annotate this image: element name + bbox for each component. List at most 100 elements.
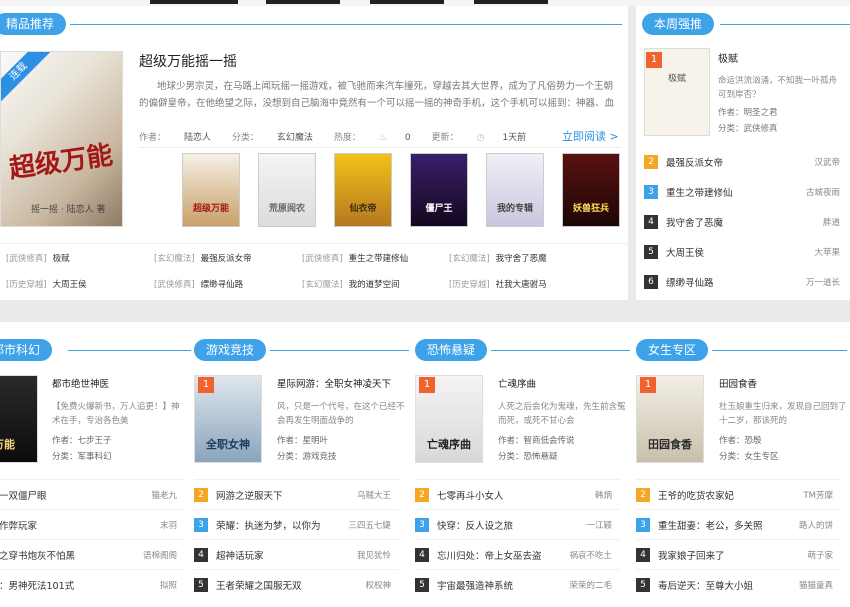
rank-title[interactable]: 王爷的吃货农家妃	[658, 488, 734, 502]
rank-title[interactable]: 我家娘子回来了	[658, 548, 725, 562]
rank-row[interactable]: 4 超神话玩家 我见犹怜	[194, 539, 399, 569]
cover-title: 田园食香	[648, 438, 692, 451]
rank-title[interactable]: 王者荣耀之国服无双	[216, 578, 302, 592]
rank-title[interactable]: 缥缈寻仙路	[666, 275, 714, 289]
rank-row[interactable]: 2 王爷的吃货农家妃 TM芳摩	[636, 479, 841, 509]
thumbnail-cover[interactable]: 妖兽狂兵	[562, 153, 620, 227]
rank-row[interactable]: 5 毒后逆天：至尊大小姐 猫猫童真	[636, 569, 841, 599]
update-value: 1天前	[502, 133, 527, 143]
thumbnail-title: 仙衣帝	[349, 204, 377, 214]
rank-row[interactable]: 3 快穿：反人设之旅 一江颖	[415, 509, 620, 539]
rank-row[interactable]: 3 荣耀：执迷为梦，以你为 三四五七婕	[194, 509, 399, 539]
column-section-title[interactable]: 游戏竞技	[194, 339, 267, 361]
book-title[interactable]: 亡魂序曲	[498, 376, 536, 390]
rank-title[interactable]: 超神话玩家	[216, 548, 264, 562]
thumbnail-cover[interactable]: 荒原阅农	[258, 153, 316, 227]
read-now-link[interactable]: 立即阅读 >	[562, 128, 619, 144]
featured-book-title[interactable]: 超级万能摇一摇	[139, 51, 237, 71]
category-link[interactable]: [武侠修真] 缥缈寻仙路	[154, 278, 243, 290]
category-link[interactable]: [玄幻魔法] 最强反派女帝	[154, 252, 252, 264]
featured-section-title[interactable]: 精品推荐	[0, 13, 67, 35]
rank-title[interactable]: 毒后逆天：至尊大小姐	[658, 578, 753, 592]
column-top-book[interactable]: 全职女神 1 星际网游：全职女神凌天下 风，只是一个代号，在这个已经不会再发生明…	[194, 367, 405, 467]
rank-title[interactable]: 重生之带建修仙	[666, 185, 733, 199]
thumbnail-cover[interactable]: 超级万能	[182, 153, 240, 227]
column-section-title[interactable]: 恐怖悬疑	[415, 339, 488, 361]
rank-title[interactable]: 荣耀：执迷为梦，以你为	[216, 518, 321, 532]
rank-row[interactable]: 我有一双僵尸眼 猫老九	[0, 479, 185, 509]
rank-title[interactable]: 最强反派女帝	[666, 155, 723, 169]
rank-row[interactable]: 2 七零再斗小女人 韩炳	[415, 479, 620, 509]
weekly-top-book[interactable]: 极赋 1 极赋 命运洪流汹涌，不知我一叶孤舟可到岸否？ 作者：明圣之君 分类：武…	[644, 46, 844, 141]
rank-row[interactable]: 3 重生之带建修仙 古城夜雨	[644, 181, 842, 205]
thumbnail-title: 僵尸王	[425, 204, 453, 214]
rank-row[interactable]: 快穿：男神死法101式 拟照	[0, 569, 185, 599]
book-link[interactable]: 大周王侯	[53, 280, 87, 290]
meta-divider	[139, 147, 621, 148]
rank-title[interactable]: 快穿之穿书炮灰不怕黑	[0, 548, 75, 562]
heat-value: 0	[404, 133, 411, 143]
rank-row[interactable]: 5 大周王侯 大苹果	[644, 241, 842, 265]
weekly-section-title[interactable]: 本周强推	[642, 13, 715, 35]
category-link[interactable]: [历史穿越] 大周王侯	[6, 278, 87, 290]
book-title[interactable]: 星际网游：全职女神凌天下	[277, 376, 391, 390]
rank-row[interactable]: 3 重生甜妻：老公，多关照 路人的饼	[636, 509, 841, 539]
book-title[interactable]: 田园食香	[719, 376, 757, 390]
rank-title[interactable]: 快穿：男神死法101式	[0, 578, 74, 592]
rank-row[interactable]: 我是作弊玩家 末羽	[0, 509, 185, 539]
category-link[interactable]: [玄幻魔法] 我的道梦空间	[302, 278, 400, 290]
book-cover[interactable]: 万能	[0, 375, 38, 463]
book-link[interactable]: 社我大唐驸马	[496, 280, 547, 290]
rank-row[interactable]: 2 最强反派女帝 汉武帝	[644, 151, 842, 175]
column-section-title[interactable]: 都市科幻	[0, 339, 53, 361]
category-link[interactable]: [武侠修真] 重生之带建修仙	[302, 252, 408, 264]
thumbnail-cover[interactable]: 我的专辑	[486, 153, 544, 227]
rank-title[interactable]: 大周王侯	[666, 245, 704, 259]
rank-row[interactable]: 5 王者荣耀之国服无双 权权神	[194, 569, 399, 599]
rank-row[interactable]: 快穿之穿书炮灰不怕黑 语棉阁阁	[0, 539, 185, 569]
rank-title[interactable]: 网游之逆服天下	[216, 488, 283, 502]
rank-row[interactable]: 5 宇宙最强造神系统 荣荣的二毛	[415, 569, 620, 599]
featured-cover[interactable]: 连载 超级万能 摇一摇 · 陆恋人 著	[0, 51, 123, 227]
column-top-book[interactable]: 亡魂序曲 1 亡魂序曲 人死之后会化为鬼魂，先生前含冤而死，或死不甘心会 作者：…	[415, 367, 626, 467]
rank-title[interactable]: 忘川归处：帝上女巫去盗	[437, 548, 542, 562]
category-link[interactable]: [武侠修真] 极赋	[6, 252, 70, 264]
rank-badge: 3	[644, 185, 658, 199]
heat-label: 热度：	[333, 133, 361, 143]
rank-title[interactable]: 宇宙最强造神系统	[437, 578, 513, 592]
rank-title[interactable]: 七零再斗小女人	[437, 488, 504, 502]
book-link[interactable]: 极赋	[53, 254, 70, 264]
category-value[interactable]: 玄幻魔法	[277, 133, 313, 143]
book-link[interactable]: 重生之带建修仙	[349, 254, 409, 264]
rank-title[interactable]: 快穿：反人设之旅	[437, 518, 513, 532]
book-link[interactable]: 最强反派女帝	[201, 254, 252, 264]
featured-book-meta: 作者： 陆恋人 分类： 玄幻魔法 热度： ♨ 0 更新： ◷ 1天前	[139, 130, 544, 143]
book-link[interactable]: 我的道梦空间	[349, 280, 400, 290]
thumbnail-cover[interactable]: 僵尸王	[410, 153, 468, 227]
rank-title[interactable]: 我有一双僵尸眼	[0, 488, 47, 502]
author-value[interactable]: 陆恋人	[184, 133, 211, 143]
column-top-book[interactable]: 万能 都市绝世神医 【免费火爆新书，万人追更！】神术在手，专治各色美 作者：七步…	[0, 367, 190, 467]
column-section-title[interactable]: 女生专区	[636, 339, 709, 361]
rank-author: 万一道长	[805, 278, 840, 288]
column-top-book[interactable]: 田园食香 1 田园食香 杜玉娘重生归来，发现自己回到了十二岁，那该死的 作者：恐…	[636, 367, 847, 467]
cover-title: 万能	[0, 438, 15, 451]
thumbnail-cover[interactable]: 仙衣帝	[334, 153, 392, 227]
category-tag: [历史穿越]	[449, 280, 490, 290]
book-link[interactable]: 缥缈寻仙路	[201, 280, 244, 290]
rank-title[interactable]: 重生甜妻：老公，多关照	[658, 518, 763, 532]
category-link[interactable]: [玄幻魔法] 我守舍了恶魔	[449, 252, 547, 264]
rank-row[interactable]: 4 我家娘子回来了 萌子家	[636, 539, 841, 569]
rank-row[interactable]: 4 忘川归处：帝上女巫去盗 祸哀不吃土	[415, 539, 620, 569]
weekly-top-title[interactable]: 极赋	[718, 50, 738, 65]
book-link[interactable]: 我守舍了恶魔	[496, 254, 547, 264]
rank-row[interactable]: 4 我守舍了恶魔 胖道	[644, 211, 842, 235]
category-link[interactable]: [历史穿越] 社我大唐驸马	[449, 278, 547, 290]
rank-row[interactable]: 6 缥缈寻仙路 万一道长	[644, 271, 842, 295]
rank-title[interactable]: 我守舍了恶魔	[666, 215, 723, 229]
rank-title[interactable]: 我是作弊玩家	[0, 518, 37, 532]
book-title[interactable]: 都市绝世神医	[52, 376, 109, 390]
rank-badge: 2	[636, 488, 650, 502]
rank-badge: 1	[198, 377, 214, 393]
rank-row[interactable]: 2 网游之逆服天下 乌贼大王	[194, 479, 399, 509]
